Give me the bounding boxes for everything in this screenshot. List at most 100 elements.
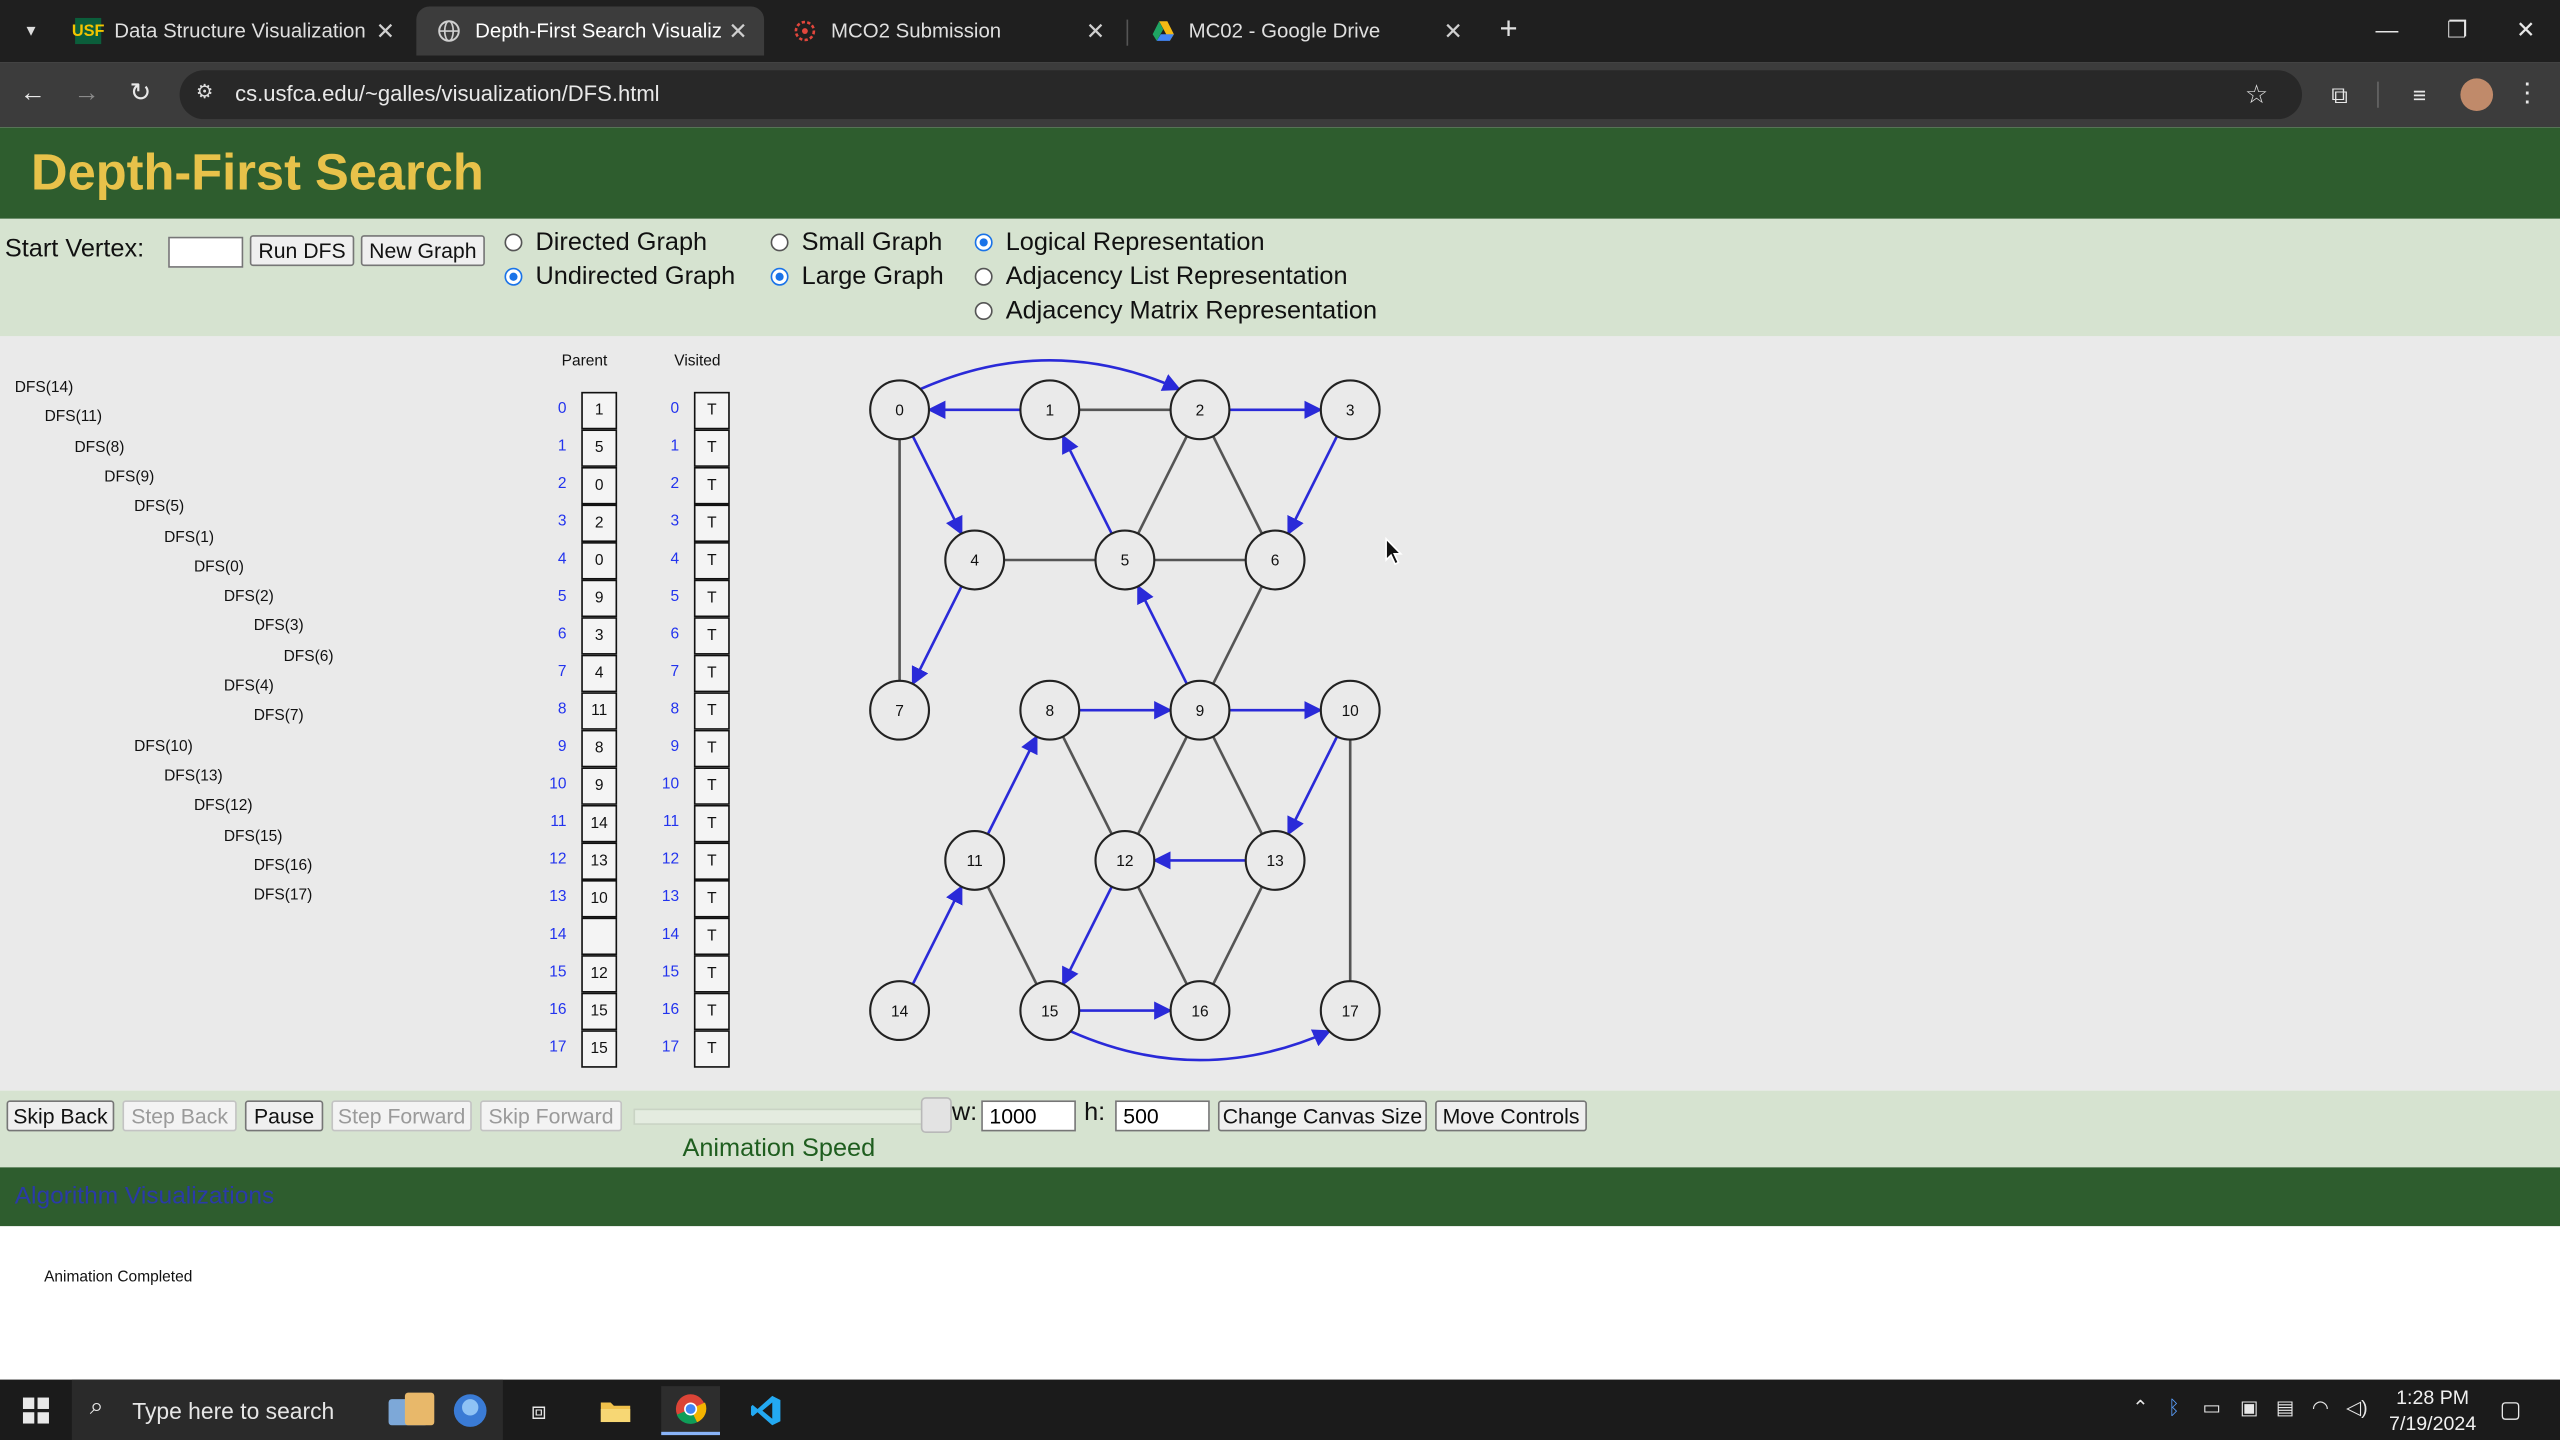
wifi-icon[interactable]: ◠: [2312, 1396, 2329, 1419]
taskbar-search-box[interactable]: ⌕ Type here to search: [71, 1379, 503, 1440]
height-label: h:: [1084, 1098, 1106, 1127]
battery-icon[interactable]: ▭: [2202, 1396, 2221, 1419]
skip-forward-button[interactable]: Skip Forward: [479, 1100, 623, 1132]
undirected-graph-label: Undirected Graph: [535, 262, 736, 291]
taskbar-clock[interactable]: 1:28 PM 7/19/2024: [2387, 1384, 2478, 1436]
large-graph-radio[interactable]: [770, 267, 789, 286]
width-label: w:: [951, 1098, 978, 1127]
small-graph-radio[interactable]: [770, 233, 789, 252]
media-controls-icon[interactable]: ≡: [2400, 75, 2439, 114]
undirected-graph-radio[interactable]: [504, 267, 523, 286]
graph-node-label: 11: [967, 853, 983, 870]
new-graph-button[interactable]: New Graph: [360, 235, 485, 267]
slider-thumb[interactable]: [920, 1097, 952, 1134]
menu-kebab-icon[interactable]: ⋮: [2508, 75, 2547, 114]
dfs-tree-edge: [911, 585, 963, 686]
run-dfs-button[interactable]: Run DFS: [249, 235, 355, 267]
adjacency-list-label: Adjacency List Representation: [1005, 262, 1348, 291]
file-explorer-icon[interactable]: [586, 1386, 645, 1435]
page-content: Depth-First Search Start Vertex: Run DFS…: [0, 127, 2560, 1380]
url-text: cs.usfca.edu/~galles/visualization/DFS.h…: [235, 81, 660, 107]
graph-node-label: 12: [1116, 853, 1133, 870]
tab-title: Data Structure Visualization: [114, 19, 366, 43]
site-info-icon[interactable]: ⚙: [196, 80, 214, 103]
canvas-height-input[interactable]: 500: [1115, 1100, 1210, 1132]
dfs-tree-edge: [911, 885, 963, 985]
tab-title: Depth-First Search Visualization: [475, 19, 722, 43]
close-window-icon[interactable]: ✕: [2493, 10, 2558, 49]
show-hidden-icons-icon[interactable]: ⌃: [2132, 1396, 2148, 1419]
volume-icon[interactable]: ◁): [2346, 1396, 2368, 1419]
adjacency-matrix-label: Adjacency Matrix Representation: [1005, 297, 1378, 325]
algorithm-visualizations-link[interactable]: Algorithm Visualizations: [15, 1182, 275, 1210]
clock-date: 7/19/2024: [2389, 1412, 2477, 1436]
animation-speed-label: Animation Speed: [682, 1134, 876, 1163]
graph-node-label: 1: [1045, 403, 1054, 420]
tab-bar: ▾ USF Data Structure Visualization ✕ Dep…: [0, 0, 2560, 63]
page-footer: Algorithm Visualizations: [0, 1167, 2560, 1227]
windows-start-icon[interactable]: [7, 1386, 66, 1435]
dfs-tree-edge: [1287, 435, 1339, 536]
notifications-icon[interactable]: ▢: [2500, 1396, 2522, 1424]
graph-node-label: 10: [1342, 703, 1360, 720]
tab-search-icon[interactable]: ▾: [15, 15, 48, 48]
pause-button[interactable]: Pause: [244, 1100, 324, 1132]
tab-mc02-google-drive[interactable]: MC02 - Google Drive ✕: [1130, 7, 1479, 56]
graph-node-label: 6: [1271, 553, 1280, 570]
close-tab-icon[interactable]: ✕: [1079, 17, 1112, 45]
directed-graph-label: Directed Graph: [535, 228, 708, 257]
graph-node-label: 8: [1045, 703, 1054, 720]
extensions-icon[interactable]: ⧉: [2320, 75, 2359, 114]
directed-graph-radio[interactable]: [504, 233, 523, 252]
animation-status: Animation Completed: [44, 1268, 193, 1287]
graph-node-label: 3: [1346, 403, 1355, 420]
task-view-icon[interactable]: ⧈: [509, 1386, 568, 1435]
tab-divider: [1126, 19, 1129, 46]
graph-node-label: 14: [891, 1003, 909, 1020]
adjacency-matrix-radio[interactable]: [974, 302, 993, 320]
vscode-icon[interactable]: [736, 1386, 795, 1435]
logical-representation-label: Logical Representation: [1005, 228, 1265, 257]
skip-back-button[interactable]: Skip Back: [6, 1100, 115, 1132]
adjacency-list-radio[interactable]: [974, 267, 993, 286]
step-forward-button[interactable]: Step Forward: [331, 1100, 472, 1132]
chrome-icon[interactable]: [661, 1386, 720, 1436]
animation-speed-slider[interactable]: [633, 1097, 953, 1134]
dfs-tree-edge: [1287, 735, 1339, 836]
avatar[interactable]: [2460, 78, 2494, 112]
reload-icon[interactable]: ↻: [121, 75, 160, 114]
bookmark-star-icon[interactable]: ☆: [2245, 78, 2268, 111]
slider-track: [633, 1108, 925, 1125]
canvas-width-input[interactable]: 1000: [981, 1100, 1076, 1132]
search-placeholder: Type here to search: [132, 1397, 335, 1424]
start-vertex-input[interactable]: [168, 236, 244, 268]
close-tab-icon[interactable]: ✕: [722, 17, 755, 45]
canvas-icon: [792, 18, 818, 44]
page-header: Depth-First Search: [0, 127, 2560, 219]
new-tab-icon[interactable]: +: [1491, 13, 1527, 49]
animation-controls: Skip Back Step Back Pause Step Forward S…: [0, 1090, 2560, 1168]
address-bar[interactable]: ⚙ cs.usfca.edu/~galles/visualization/DFS…: [179, 70, 2303, 120]
change-canvas-size-button[interactable]: Change Canvas Size: [1217, 1100, 1427, 1132]
tab-data-structure-visualization[interactable]: USF Data Structure Visualization ✕: [56, 7, 412, 56]
move-controls-button[interactable]: Move Controls: [1435, 1100, 1587, 1132]
graph-node-label: 17: [1342, 1003, 1359, 1020]
minimize-icon[interactable]: —: [2354, 10, 2419, 49]
globe-icon: [436, 18, 462, 44]
tab-mco2-submission[interactable]: MCO2 Submission ✕: [772, 7, 1121, 56]
display-icon[interactable]: ▤: [2276, 1396, 2295, 1419]
step-back-button[interactable]: Step Back: [122, 1100, 237, 1132]
tab-dfs-visualization[interactable]: Depth-First Search Visualization ✕: [416, 6, 765, 56]
usf-favicon-icon: USF: [72, 17, 104, 45]
bluetooth-icon[interactable]: ᛒ: [2168, 1396, 2180, 1419]
close-tab-icon[interactable]: ✕: [1437, 17, 1470, 45]
graph-node-label: 13: [1266, 853, 1283, 870]
back-icon[interactable]: ←: [13, 75, 52, 114]
meet-now-icon[interactable]: ▣: [2240, 1396, 2259, 1419]
restore-icon[interactable]: ❐: [2424, 10, 2489, 49]
dfs-tree-edge: [911, 435, 963, 536]
forward-icon[interactable]: →: [67, 75, 106, 114]
clock-time: 1:28 PM: [2396, 1386, 2470, 1409]
close-tab-icon[interactable]: ✕: [369, 17, 402, 45]
logical-representation-radio[interactable]: [974, 233, 993, 252]
